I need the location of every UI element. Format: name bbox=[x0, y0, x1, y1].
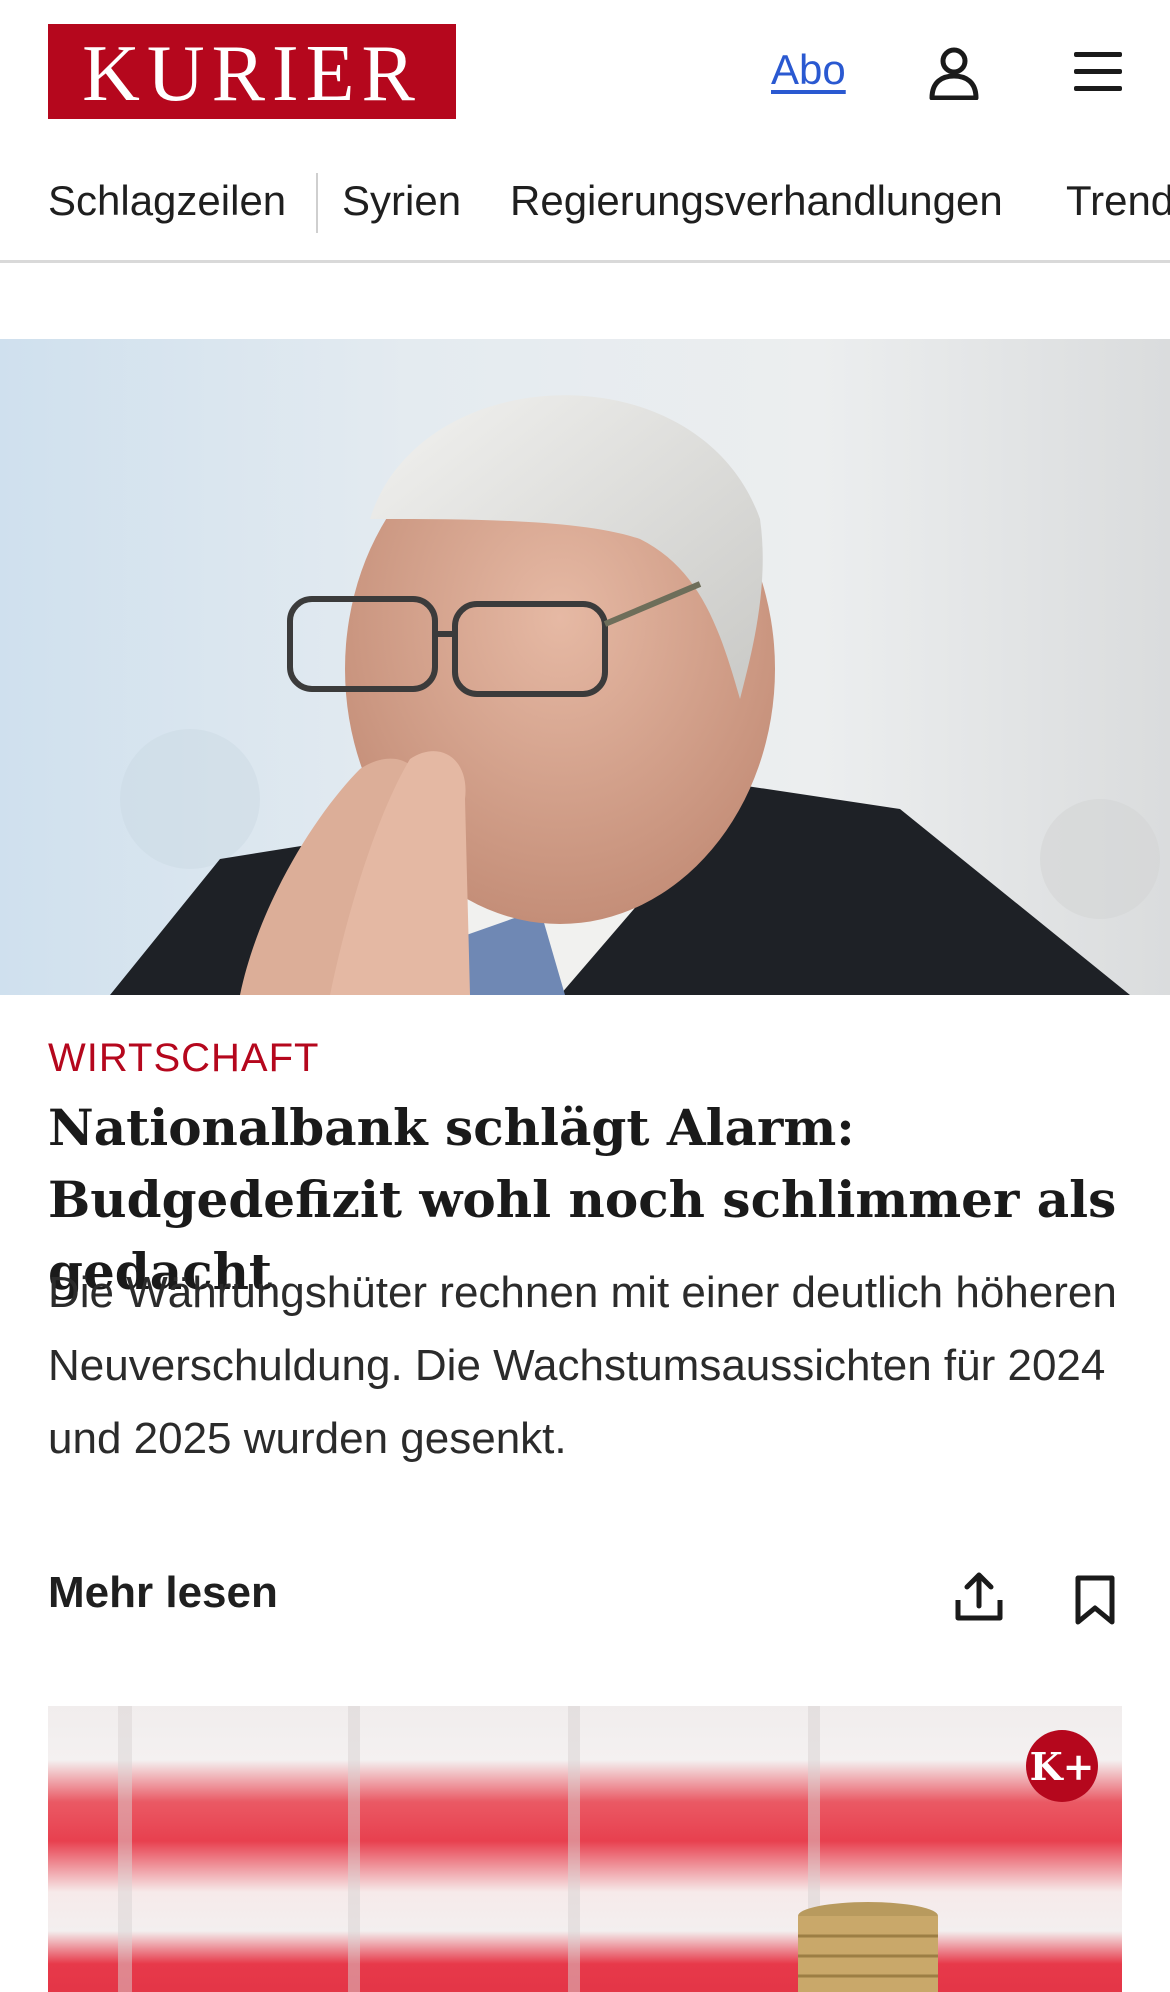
section-label[interactable]: WIRTSCHAFT bbox=[48, 1036, 319, 1081]
premium-badge: K+ bbox=[1026, 1730, 1098, 1802]
nav-item-schlagzeilen[interactable]: Schlagzeilen bbox=[48, 177, 286, 225]
portrait-illustration bbox=[110, 395, 1160, 995]
nav-divider bbox=[316, 173, 318, 233]
nav-item-regierungsverhandlungen[interactable]: Regierungsverhandlungen bbox=[510, 177, 1003, 225]
logo-text: KURIER bbox=[82, 29, 422, 118]
bookmark-icon[interactable] bbox=[1072, 1574, 1118, 1626]
hero-image[interactable] bbox=[0, 339, 1170, 995]
abo-link[interactable]: Abo bbox=[771, 46, 846, 94]
premium-badge-text: K+ bbox=[1029, 1743, 1095, 1789]
second-article-image[interactable]: K+ bbox=[48, 1706, 1122, 1992]
user-icon[interactable] bbox=[928, 46, 980, 100]
topic-nav: Schlagzeilen Syrien Regierungsverhandlun… bbox=[0, 163, 1170, 263]
nav-item-trends[interactable]: Trends bbox=[1066, 177, 1170, 225]
site-header: KURIER Abo bbox=[0, 0, 1170, 146]
nav-item-syrien[interactable]: Syrien bbox=[342, 177, 461, 225]
kurier-logo[interactable]: KURIER bbox=[48, 24, 456, 119]
article-teaser: Die Währungshüter rechnen mit einer deut… bbox=[48, 1268, 1117, 1463]
coin-stack-illustration bbox=[118, 1706, 938, 1992]
share-icon[interactable] bbox=[952, 1570, 1006, 1624]
read-more-link[interactable]: Mehr lesen bbox=[48, 1568, 278, 1618]
menu-icon[interactable] bbox=[1072, 50, 1124, 94]
